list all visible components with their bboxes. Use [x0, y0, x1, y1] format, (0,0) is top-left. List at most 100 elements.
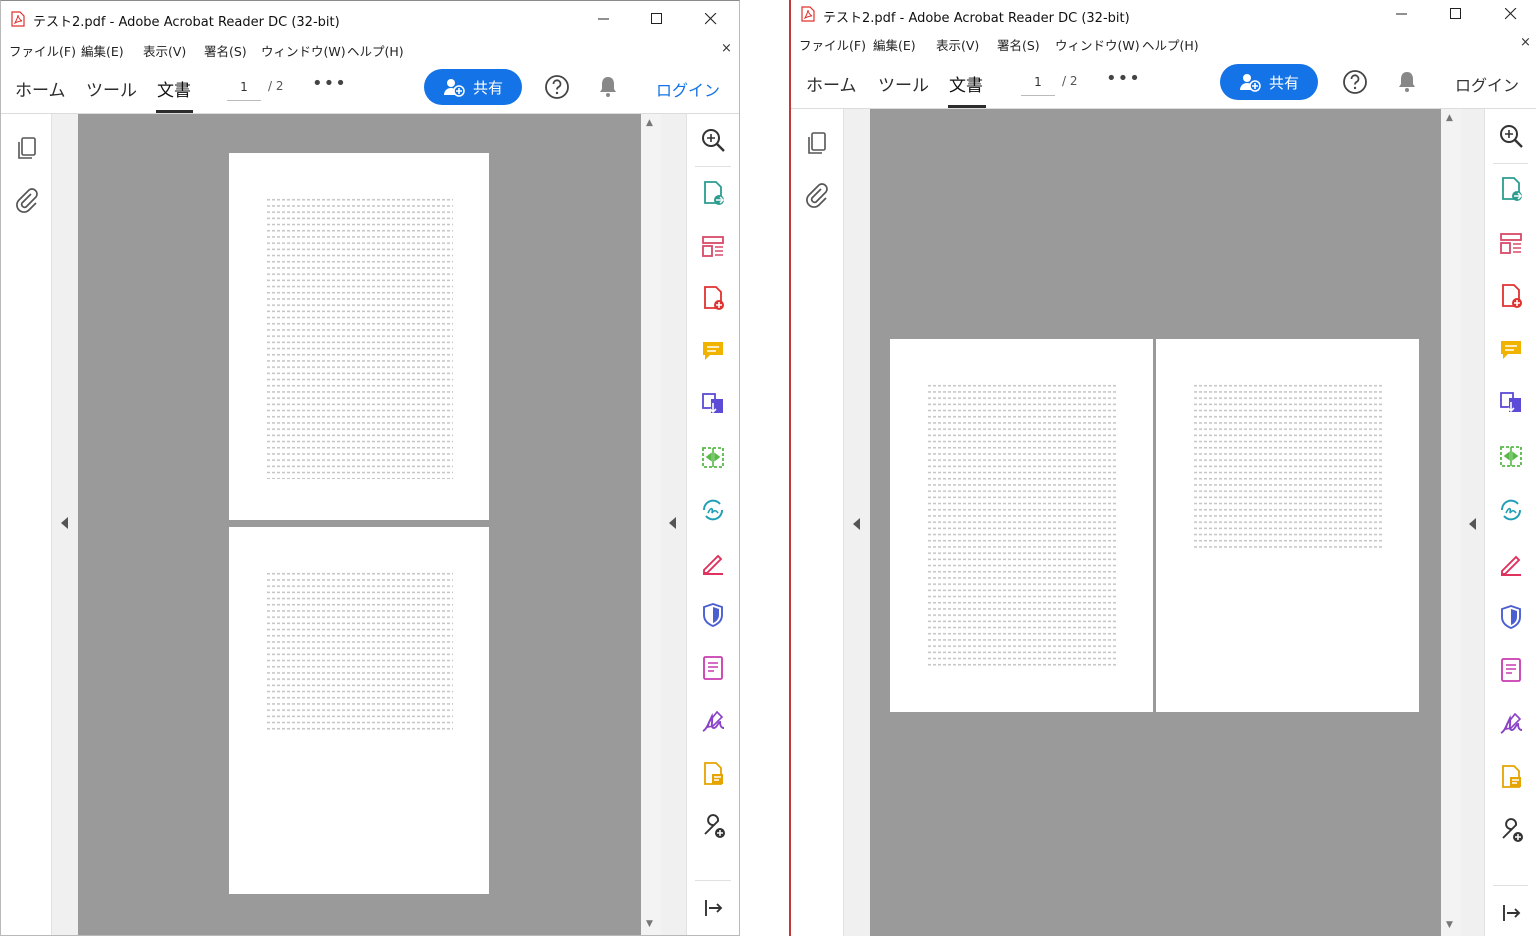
- protect-icon[interactable]: [1496, 602, 1526, 632]
- page-text-lines: [1194, 383, 1382, 548]
- zoom-icon[interactable]: [1496, 121, 1526, 151]
- collapse-left-pane-arrow[interactable]: [853, 518, 860, 530]
- menu-edit[interactable]: 編集(E): [81, 41, 124, 60]
- document-viewer[interactable]: [870, 109, 1441, 936]
- window-title: テスト2.pdf - Adobe Acrobat Reader DC (32-b…: [823, 11, 1130, 26]
- page-text-lines: [267, 197, 453, 479]
- menu-help[interactable]: ヘルプ(H): [347, 41, 404, 60]
- page-text-lines: [928, 383, 1116, 668]
- left-pane-toggle-strip[interactable]: [52, 114, 78, 935]
- tab-tools[interactable]: ツール: [878, 71, 929, 96]
- sign-icon[interactable]: [698, 706, 728, 736]
- scroll-down-arrow[interactable]: ▼: [1446, 920, 1453, 930]
- protect-icon[interactable]: [698, 600, 728, 630]
- maximize-button[interactable]: [634, 5, 680, 33]
- menu-sign[interactable]: 署名(S): [997, 35, 1040, 54]
- more-tools-icon[interactable]: [698, 811, 728, 841]
- attachments-icon[interactable]: [803, 181, 831, 209]
- attachments-icon[interactable]: [13, 186, 41, 214]
- page-number-input[interactable]: 1: [1021, 71, 1055, 96]
- share-button[interactable]: 共有: [1220, 64, 1318, 100]
- close-document-button[interactable]: ×: [721, 41, 732, 56]
- menu-edit[interactable]: 編集(E): [873, 35, 916, 54]
- combine-files-icon[interactable]: [698, 389, 728, 419]
- scroll-up-arrow[interactable]: ▲: [646, 118, 653, 128]
- share-button[interactable]: 共有: [424, 69, 522, 105]
- close-window-button[interactable]: [688, 5, 734, 33]
- stamp-icon[interactable]: [1496, 762, 1526, 792]
- stamp-icon[interactable]: [698, 759, 728, 789]
- scroll-up-arrow[interactable]: ▲: [1446, 113, 1453, 123]
- organize-pages-icon[interactable]: [698, 231, 728, 261]
- tab-document[interactable]: 文書: [949, 71, 983, 96]
- compress-icon[interactable]: [1496, 441, 1526, 471]
- minimize-button[interactable]: [1379, 0, 1425, 28]
- menu-view[interactable]: 表示(V): [143, 41, 186, 60]
- scroll-down-arrow[interactable]: ▼: [646, 919, 653, 929]
- notifications-bell-icon[interactable]: [595, 74, 621, 100]
- menu-view[interactable]: 表示(V): [936, 35, 979, 54]
- comment-icon[interactable]: [1496, 335, 1526, 365]
- fill-sign-icon[interactable]: [1496, 548, 1526, 578]
- create-pdf-icon[interactable]: [698, 283, 728, 313]
- organize-pages-icon[interactable]: [1496, 228, 1526, 258]
- tab-tools[interactable]: ツール: [86, 76, 137, 101]
- collapse-left-pane-arrow[interactable]: [61, 517, 68, 529]
- left-navigation-pane: [1, 114, 52, 935]
- menu-bar: ファイル(F) 編集(E) 表示(V) 署名(S) ウィンドウ(W) ヘルプ(H…: [1, 37, 739, 61]
- share-label: 共有: [1268, 73, 1299, 92]
- compress-icon[interactable]: [698, 442, 728, 472]
- create-pdf-icon[interactable]: [1496, 281, 1526, 311]
- minimize-button[interactable]: [581, 5, 627, 33]
- export-pdf-icon[interactable]: [1496, 174, 1526, 204]
- page-thumbnails-icon[interactable]: [803, 129, 831, 157]
- login-link[interactable]: ログイン: [656, 77, 720, 101]
- pdf-file-icon: [801, 6, 815, 22]
- left-pane-toggle-strip[interactable]: [844, 109, 870, 936]
- send-for-signature-icon[interactable]: [698, 495, 728, 525]
- menu-sign[interactable]: 署名(S): [204, 41, 247, 60]
- right-pane-toggle-strip[interactable]: [661, 114, 687, 935]
- edit-text-icon[interactable]: [1496, 655, 1526, 685]
- sign-icon[interactable]: [1496, 708, 1526, 738]
- edit-text-icon[interactable]: [698, 653, 728, 683]
- menu-window[interactable]: ウィンドウ(W): [1055, 35, 1140, 54]
- close-document-button[interactable]: ×: [1520, 35, 1531, 50]
- send-for-signature-icon[interactable]: [1496, 495, 1526, 525]
- help-icon[interactable]: [1342, 69, 1368, 95]
- menu-file[interactable]: ファイル(F): [799, 35, 866, 54]
- menu-help[interactable]: ヘルプ(H): [1142, 35, 1199, 54]
- expand-panel-icon[interactable]: [698, 893, 728, 923]
- tab-document[interactable]: 文書: [157, 76, 191, 101]
- tab-home[interactable]: ホーム: [15, 76, 66, 101]
- fill-sign-icon[interactable]: [698, 547, 728, 577]
- login-link[interactable]: ログイン: [1455, 72, 1519, 96]
- comment-icon[interactable]: [698, 336, 728, 366]
- vertical-scrollbar[interactable]: ▲ ▼: [641, 114, 661, 935]
- main-toolbar: ホーム ツール 文書 1 / 2 ••• 共有 ログイン: [791, 56, 1536, 109]
- combine-files-icon[interactable]: [1496, 388, 1526, 418]
- export-pdf-icon[interactable]: [698, 178, 728, 208]
- expand-panel-icon[interactable]: [1496, 898, 1526, 928]
- title-bar: テスト2.pdf - Adobe Acrobat Reader DC (32-b…: [1, 1, 739, 37]
- zoom-icon[interactable]: [698, 125, 728, 155]
- notifications-bell-icon[interactable]: [1394, 69, 1420, 95]
- active-tab-indicator: [948, 105, 986, 108]
- menu-window[interactable]: ウィンドウ(W): [261, 41, 346, 60]
- vertical-scrollbar[interactable]: ▲ ▼: [1441, 109, 1461, 936]
- maximize-button[interactable]: [1433, 0, 1479, 28]
- page-number-input[interactable]: 1: [227, 76, 261, 101]
- document-viewer[interactable]: [78, 114, 641, 935]
- close-window-button[interactable]: [1488, 0, 1534, 28]
- pdf-file-icon: [11, 11, 25, 27]
- collapse-right-pane-arrow[interactable]: [669, 517, 676, 529]
- more-options-button[interactable]: •••: [312, 73, 347, 94]
- collapse-right-pane-arrow[interactable]: [1469, 518, 1476, 530]
- menu-file[interactable]: ファイル(F): [9, 41, 76, 60]
- help-icon[interactable]: [544, 74, 570, 100]
- page-text-lines: [267, 571, 453, 733]
- tab-home[interactable]: ホーム: [806, 71, 857, 96]
- more-tools-icon[interactable]: [1496, 815, 1526, 845]
- page-thumbnails-icon[interactable]: [13, 134, 41, 162]
- more-options-button[interactable]: •••: [1106, 68, 1141, 89]
